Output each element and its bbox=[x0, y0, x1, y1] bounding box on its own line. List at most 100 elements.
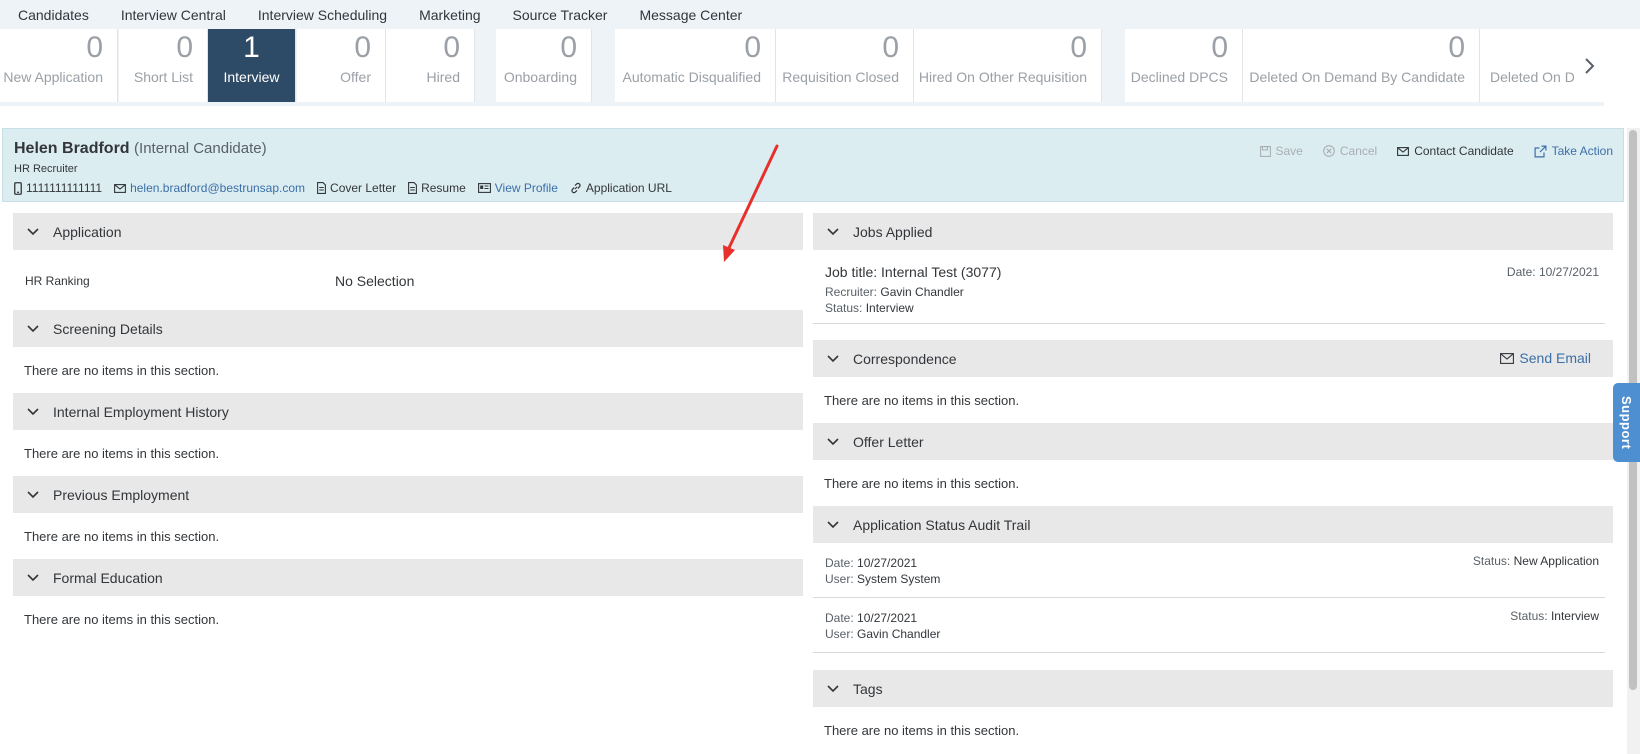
contact-candidate-button[interactable]: Contact Candidate bbox=[1397, 144, 1514, 158]
cancel-icon bbox=[1323, 145, 1335, 157]
nav-candidates[interactable]: Candidates bbox=[18, 7, 89, 23]
candidate-role: HR Recruiter bbox=[14, 163, 78, 175]
view-profile-link[interactable]: View Profile bbox=[477, 181, 558, 195]
email-icon bbox=[114, 183, 127, 193]
stage-count: 0 bbox=[86, 31, 103, 64]
save-label: Save bbox=[1275, 144, 1303, 158]
section-title: Previous Employment bbox=[53, 486, 190, 503]
send-email-button[interactable]: Send Email bbox=[1500, 350, 1591, 366]
candidate-meta: 1111111111111 helen.bradford@bestrunsap.… bbox=[14, 181, 684, 195]
audit-date: Date: 10/27/2021 bbox=[825, 611, 918, 625]
section-offer-letter-header[interactable]: Offer Letter bbox=[813, 423, 1613, 460]
stage-deleted-on-de[interactable]: Deleted On De bbox=[1480, 29, 1574, 102]
section-internal-history-header[interactable]: Internal Employment History bbox=[13, 393, 803, 430]
nav-source-tracker[interactable]: Source Tracker bbox=[513, 7, 608, 23]
save-button[interactable]: Save bbox=[1259, 144, 1303, 158]
stage-label: New Application bbox=[3, 69, 103, 85]
section-screening-header[interactable]: Screening Details bbox=[13, 310, 803, 347]
candidate-name-row: Helen Bradford (Internal Candidate) bbox=[14, 140, 267, 158]
resume-link[interactable]: Resume bbox=[408, 181, 466, 195]
section-title: Internal Employment History bbox=[53, 403, 229, 420]
section-title: Correspondence bbox=[853, 350, 957, 367]
stage-count: 0 bbox=[744, 31, 761, 64]
empty-message: There are no items in this section. bbox=[24, 362, 220, 378]
link-icon bbox=[571, 182, 581, 194]
chevron-down-icon bbox=[27, 227, 39, 235]
chevron-down-icon bbox=[27, 573, 39, 581]
nav-interview-scheduling[interactable]: Interview Scheduling bbox=[258, 7, 387, 23]
stage-count: 0 bbox=[1211, 31, 1228, 64]
document-icon bbox=[317, 182, 326, 194]
take-action-label: Take Action bbox=[1551, 144, 1613, 158]
stage-interview[interactable]: 1 Interview bbox=[208, 29, 296, 102]
section-formal-education-header[interactable]: Formal Education bbox=[13, 559, 803, 596]
candidate-phone: 1111111111111 bbox=[14, 181, 102, 195]
stage-requisition-closed[interactable]: 0 Requisition Closed bbox=[776, 29, 914, 102]
job-date: Date: 10/27/2021 bbox=[1506, 265, 1599, 279]
chevron-down-icon bbox=[27, 407, 39, 415]
candidate-type: (Internal Candidate) bbox=[134, 140, 267, 157]
right-column: Jobs Applied Job title: Internal Test (3… bbox=[813, 213, 1613, 753]
support-tab[interactable]: Support bbox=[1613, 383, 1640, 462]
section-title: Jobs Applied bbox=[853, 223, 933, 240]
section-jobs-applied-header[interactable]: Jobs Applied bbox=[813, 213, 1613, 250]
stage-label: Hired bbox=[426, 69, 460, 85]
section-application-header[interactable]: Application bbox=[13, 213, 803, 250]
stage-declined-dpcs[interactable]: 0 Declined DPCS bbox=[1125, 29, 1243, 102]
cancel-button[interactable]: Cancel bbox=[1323, 144, 1377, 158]
envelope-icon bbox=[1500, 352, 1515, 364]
stage-offer[interactable]: 0 Offer bbox=[297, 29, 386, 102]
stage-automatic-disqualified[interactable]: 0 Automatic Disqualified bbox=[615, 29, 776, 102]
section-title: Formal Education bbox=[53, 569, 163, 586]
envelope-icon bbox=[1397, 146, 1410, 156]
pipeline-next-button[interactable] bbox=[1574, 29, 1604, 102]
stage-hired[interactable]: 0 Hired bbox=[386, 29, 475, 102]
contact-candidate-label: Contact Candidate bbox=[1414, 144, 1514, 158]
audit-entry: Date: 10/27/2021 User: Gavin Chandler St… bbox=[813, 598, 1605, 653]
job-status: Status: Interview bbox=[825, 301, 914, 315]
candidate-email[interactable]: helen.bradford@bestrunsap.com bbox=[114, 181, 305, 195]
empty-message: There are no items in this section. bbox=[24, 528, 220, 544]
job-title[interactable]: Job title: Internal Test (3077) bbox=[825, 264, 1001, 280]
stage-new-application[interactable]: 0 New Application bbox=[0, 29, 118, 102]
empty-message: There are no items in this section. bbox=[24, 445, 220, 461]
nav-marketing[interactable]: Marketing bbox=[419, 7, 480, 23]
cancel-label: Cancel bbox=[1339, 144, 1378, 158]
section-audit-trail-header[interactable]: Application Status Audit Trail bbox=[813, 506, 1613, 543]
audit-status: Status: New Application bbox=[1472, 554, 1599, 568]
header-actions: Save Cancel Contact Candidate Take Actio… bbox=[1240, 144, 1613, 158]
view-profile-label[interactable]: View Profile bbox=[495, 181, 558, 195]
take-action-button[interactable]: Take Action bbox=[1534, 144, 1613, 158]
nav-interview-central[interactable]: Interview Central bbox=[121, 7, 226, 23]
chevron-down-icon bbox=[827, 520, 839, 528]
empty-message: There are no items in this section. bbox=[24, 611, 220, 627]
nav-message-center[interactable]: Message Center bbox=[639, 7, 742, 23]
section-correspondence-header[interactable]: Correspondence Send Email bbox=[813, 340, 1613, 377]
stage-count: 1 bbox=[243, 31, 260, 64]
section-tags-header[interactable]: Tags bbox=[813, 670, 1613, 707]
stage-short-list[interactable]: 0 Short List bbox=[119, 29, 208, 102]
email-link[interactable]: helen.bradford@bestrunsap.com bbox=[130, 181, 305, 195]
hr-ranking-value[interactable]: No Selection bbox=[335, 273, 414, 289]
top-navigation: Candidates Interview Central Interview S… bbox=[0, 0, 1640, 29]
stage-label: Short List bbox=[133, 69, 193, 85]
chevron-down-icon bbox=[27, 324, 39, 332]
section-title: Application Status Audit Trail bbox=[853, 516, 1031, 533]
phone-icon bbox=[14, 181, 22, 195]
stage-deleted-on-demand[interactable]: 0 Deleted On Demand By Candidate bbox=[1243, 29, 1480, 102]
empty-message: There are no items in this section. bbox=[824, 392, 1020, 408]
stage-onboarding[interactable]: 0 Onboarding bbox=[496, 29, 592, 102]
stage-count: 0 bbox=[1070, 31, 1087, 64]
cover-letter-link[interactable]: Cover Letter bbox=[317, 181, 396, 195]
stage-label: Automatic Disqualified bbox=[622, 69, 761, 85]
stage-hired-on-other-requisition[interactable]: 0 Hired On Other Requisition bbox=[914, 29, 1102, 102]
section-previous-employment-header[interactable]: Previous Employment bbox=[13, 476, 803, 513]
id-card-icon bbox=[477, 183, 491, 193]
section-title: Offer Letter bbox=[853, 433, 924, 450]
document-icon bbox=[408, 182, 418, 194]
section-title: Tags bbox=[853, 680, 883, 697]
support-label: Support bbox=[1619, 395, 1634, 450]
application-url-link[interactable]: Application URL bbox=[570, 181, 672, 195]
stage-label: Offer bbox=[340, 69, 371, 85]
empty-message: There are no items in this section. bbox=[824, 722, 1020, 738]
